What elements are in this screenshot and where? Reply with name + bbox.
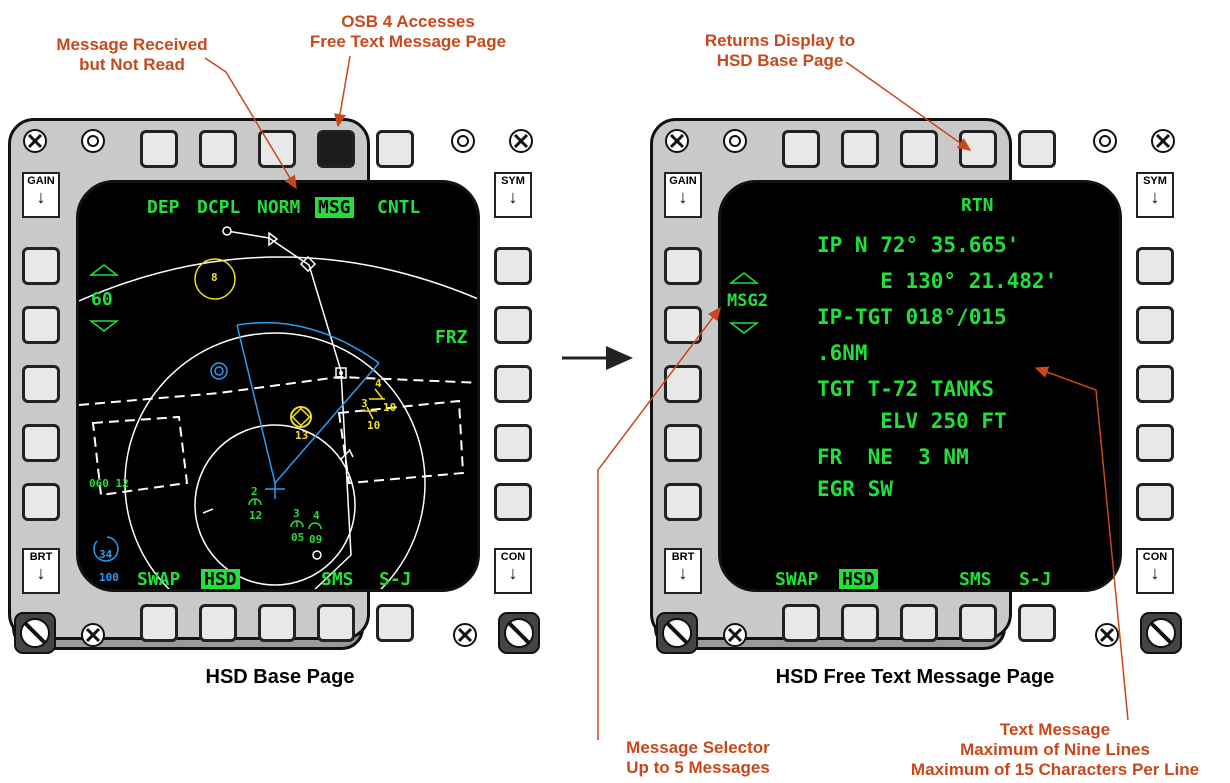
leader-lines [204,55,1129,740]
